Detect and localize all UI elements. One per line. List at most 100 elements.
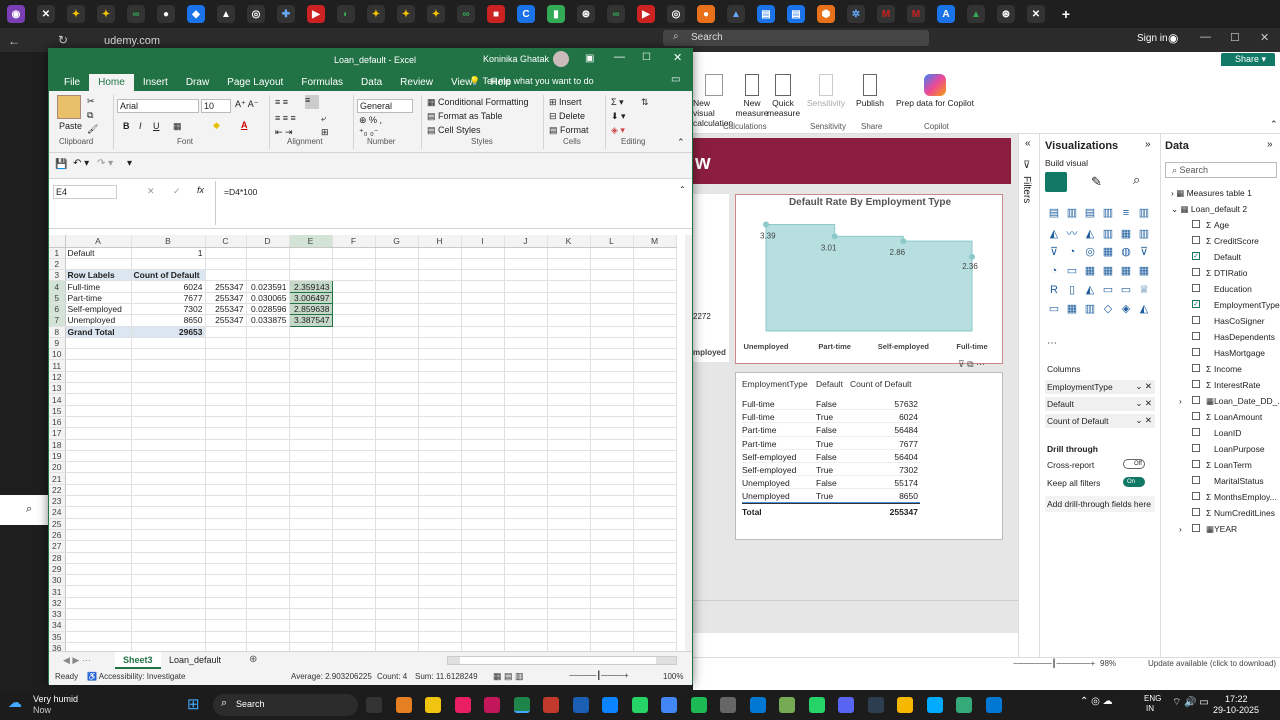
cell[interactable] xyxy=(547,427,591,440)
table-row[interactable]: Self-employed True 7302 xyxy=(742,463,920,477)
cell[interactable]: Self-employed xyxy=(65,303,132,316)
cell[interactable] xyxy=(375,247,419,259)
field-checkbox[interactable] xyxy=(1192,412,1200,420)
cell[interactable]: 29653 xyxy=(131,326,206,338)
cell[interactable] xyxy=(246,506,290,519)
cell[interactable] xyxy=(418,416,462,429)
column-header[interactable]: Default xyxy=(816,379,843,389)
cell[interactable] xyxy=(547,642,591,651)
cell[interactable] xyxy=(65,484,132,497)
cell[interactable] xyxy=(65,506,132,519)
cell[interactable] xyxy=(504,371,548,384)
cell[interactable] xyxy=(332,416,376,429)
tab-icon[interactable]: ✦ xyxy=(67,5,85,23)
cell[interactable] xyxy=(205,642,247,651)
cell[interactable] xyxy=(205,416,247,429)
taskbar-app-icon[interactable] xyxy=(366,697,382,713)
cell[interactable] xyxy=(547,563,591,576)
row-header[interactable]: 9 xyxy=(49,337,66,350)
tab-icon[interactable]: ✦ xyxy=(97,5,115,23)
cell[interactable] xyxy=(461,619,505,632)
cell[interactable] xyxy=(504,563,548,576)
cell[interactable] xyxy=(332,326,376,338)
row-header[interactable]: 7 xyxy=(49,314,66,327)
visual-type-icon[interactable]: ▦ xyxy=(1117,227,1135,245)
cell[interactable] xyxy=(633,608,677,621)
area-chart-visual[interactable]: Default Rate By Employment Type 3.39 Unem… xyxy=(735,194,1003,364)
cell[interactable] xyxy=(590,506,634,519)
column-well-item[interactable]: Default ⌄ ✕ xyxy=(1045,397,1155,411)
cell[interactable] xyxy=(504,348,548,361)
cell[interactable] xyxy=(590,269,634,282)
maximize-icon[interactable]: ☐ xyxy=(1230,31,1240,44)
visual-type-icon[interactable]: ◈ xyxy=(1117,302,1135,320)
cell[interactable] xyxy=(375,472,419,485)
row-header[interactable]: 4 xyxy=(49,280,66,293)
cell[interactable] xyxy=(461,529,505,542)
tab-icon[interactable]: ⊛ xyxy=(577,5,595,23)
cell[interactable] xyxy=(289,563,333,576)
tab-formulas[interactable]: Formulas xyxy=(292,74,352,91)
cell[interactable] xyxy=(633,359,677,372)
copy-icon[interactable]: ⧉ xyxy=(87,110,93,121)
cell[interactable] xyxy=(461,563,505,576)
column-header[interactable]: H xyxy=(418,235,462,248)
filters-pane-collapsed[interactable]: « ⊽ Filters xyxy=(1018,134,1040,670)
tab-icon[interactable]: ✕ xyxy=(1027,5,1045,23)
cell[interactable]: Default xyxy=(65,247,132,259)
cell[interactable] xyxy=(504,382,548,395)
quick-measure-button[interactable]: Quick measure xyxy=(767,74,800,118)
visual-type-icon[interactable]: ◭ xyxy=(1081,283,1099,301)
cell[interactable] xyxy=(633,371,677,384)
cell[interactable] xyxy=(289,393,333,406)
cell[interactable] xyxy=(246,631,290,643)
cell[interactable] xyxy=(246,258,290,271)
cell[interactable] xyxy=(131,348,206,361)
cell[interactable] xyxy=(590,371,634,384)
cell[interactable] xyxy=(504,280,548,293)
cell[interactable] xyxy=(131,574,206,587)
wrap-text-icon[interactable]: ⤶ xyxy=(321,113,326,124)
cell[interactable] xyxy=(205,427,247,440)
cell[interactable] xyxy=(332,574,376,587)
cell[interactable] xyxy=(332,585,376,598)
cell[interactable] xyxy=(289,326,333,338)
column-well-item[interactable]: EmploymentType ⌄ ✕ xyxy=(1045,380,1155,394)
cell[interactable] xyxy=(332,439,376,451)
cell[interactable] xyxy=(590,359,634,372)
taskbar-search[interactable]: ⌕ Search xyxy=(213,694,358,716)
tab-file[interactable]: File xyxy=(55,74,89,91)
cell[interactable] xyxy=(375,495,419,508)
cell[interactable] xyxy=(633,314,677,327)
italic-button[interactable]: I xyxy=(139,121,142,131)
row-header[interactable]: 19 xyxy=(49,450,66,463)
cell[interactable] xyxy=(205,495,247,508)
cell[interactable] xyxy=(504,484,548,497)
tab-icon[interactable]: ✦ xyxy=(367,5,385,23)
cell[interactable] xyxy=(131,461,206,474)
tab-icon[interactable]: ✕ xyxy=(37,5,55,23)
tab-icon[interactable]: ▮ xyxy=(547,5,565,23)
tab-icon[interactable]: A xyxy=(937,5,955,23)
cell[interactable] xyxy=(375,619,419,632)
format-visual-icon[interactable]: ✎ xyxy=(1091,174,1102,190)
cell[interactable] xyxy=(65,405,132,417)
cell[interactable] xyxy=(418,642,462,651)
cell[interactable] xyxy=(332,348,376,361)
cell[interactable] xyxy=(590,540,634,553)
row-header[interactable]: 28 xyxy=(49,552,66,564)
horizontal-scrollbar[interactable] xyxy=(447,656,677,665)
column-header[interactable]: C xyxy=(205,235,247,248)
field-checkbox[interactable] xyxy=(1192,364,1200,372)
cell[interactable] xyxy=(633,450,677,463)
cell[interactable] xyxy=(332,303,376,316)
cell[interactable] xyxy=(332,495,376,508)
expand-icon[interactable]: › xyxy=(1179,396,1182,406)
cell[interactable] xyxy=(504,608,548,621)
cell[interactable] xyxy=(461,326,505,338)
visual-type-icon[interactable]: ◭ xyxy=(1045,227,1063,245)
insert-cells-button[interactable]: ⊞ Insert xyxy=(549,97,582,108)
cell[interactable] xyxy=(65,552,132,564)
cell[interactable] xyxy=(205,450,247,463)
cell[interactable] xyxy=(332,247,376,259)
